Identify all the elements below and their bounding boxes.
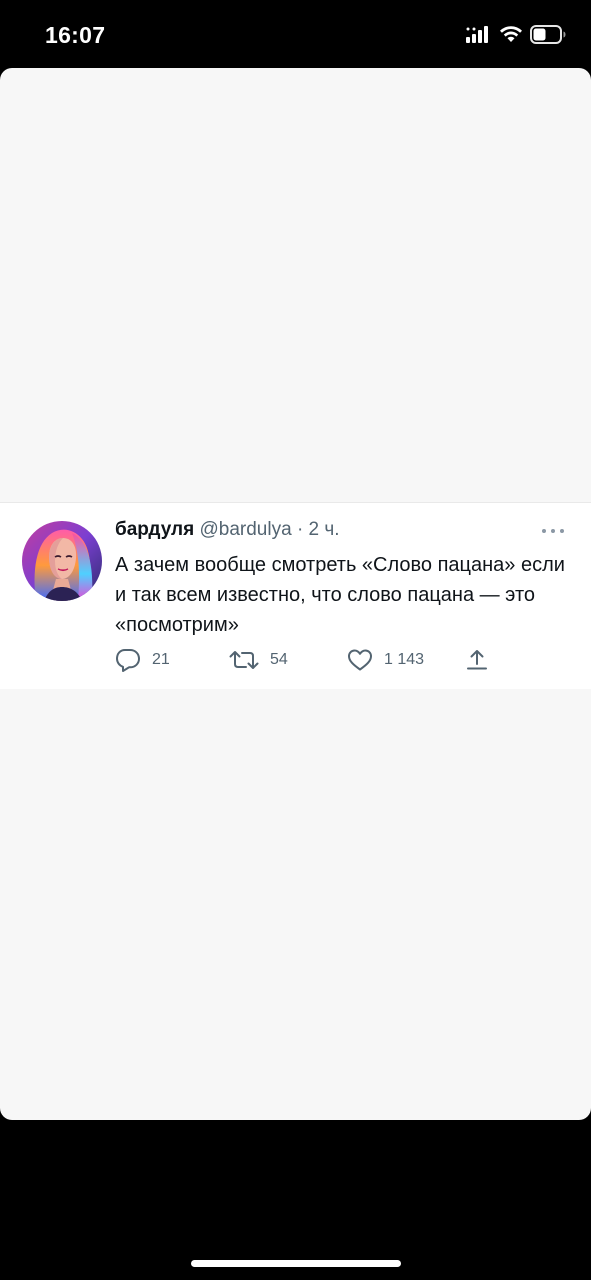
- content-card: бардуля @bardulya · 2 ч. А зачем вообще …: [0, 68, 591, 1120]
- like-count: 1 143: [384, 651, 425, 668]
- tweet-actions: 21 54 1 143: [115, 647, 575, 673]
- reply-count: 21: [152, 651, 170, 668]
- status-bar: 16:07: [0, 0, 591, 68]
- share-icon: [467, 650, 487, 670]
- author-handle[interactable]: @bardulya: [199, 519, 291, 540]
- more-icon[interactable]: [540, 527, 566, 535]
- home-indicator[interactable]: [191, 1260, 401, 1267]
- avatar[interactable]: [22, 521, 102, 601]
- header-separator: ·: [296, 519, 304, 540]
- avatar-portrait-image: [22, 521, 102, 601]
- wifi-icon: [500, 26, 522, 42]
- tweet-header: бардуля @bardulya · 2 ч.: [115, 519, 340, 547]
- status-time: 16:07: [45, 22, 106, 48]
- battery-icon: [530, 25, 566, 44]
- retweet-count: 54: [270, 651, 288, 668]
- like-button[interactable]: 1 143: [347, 647, 424, 673]
- share-button[interactable]: [465, 647, 489, 673]
- phone-screen: 16:07 бардуля @bardulya · 2 ч. А зачем в…: [0, 0, 591, 1280]
- tweet-text: А зачем вообще смотреть «Слово пацана» е…: [115, 554, 565, 636]
- retweet-icon: [229, 651, 259, 669]
- tweet-card[interactable]: бардуля @bardulya · 2 ч. А зачем вообще …: [0, 502, 591, 689]
- like-icon: [348, 649, 372, 671]
- reply-button[interactable]: 21: [115, 647, 170, 673]
- cellular-signal-icon: [466, 26, 488, 43]
- author-display-name[interactable]: бардуля: [115, 519, 194, 540]
- retweet-button[interactable]: 54: [229, 647, 288, 673]
- tweet-time[interactable]: 2 ч.: [309, 519, 340, 540]
- reply-icon: [116, 649, 140, 672]
